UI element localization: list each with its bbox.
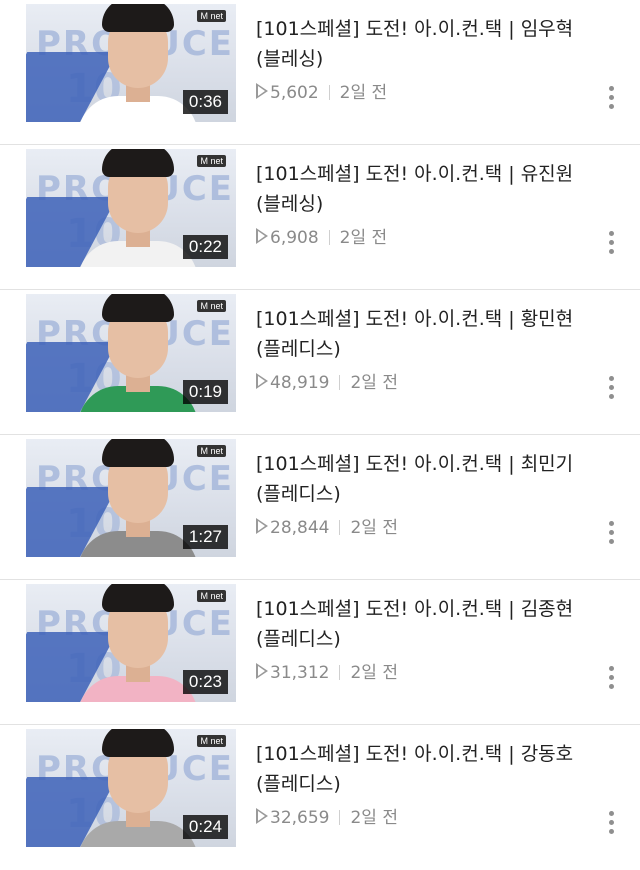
play-icon — [256, 663, 268, 679]
person-image — [78, 584, 198, 702]
view-count: 5,602 — [270, 83, 319, 103]
channel-logo: M net — [197, 590, 226, 602]
view-count: 31,312 — [270, 663, 330, 683]
video-item[interactable]: PRODUCE 101 M net 0:24 [101스페셜] 도전! 아.이.… — [0, 725, 640, 870]
more-vert-icon[interactable] — [606, 666, 616, 696]
video-thumbnail[interactable]: PRODUCE 101 M net 0:36 — [26, 4, 236, 122]
play-icon — [256, 518, 268, 534]
video-title[interactable]: [101스페셜] 도전! 아.이.컨.택 | 최민기 (플레디스) — [256, 449, 596, 509]
upload-age: 2일 전 — [350, 518, 398, 538]
video-meta: 48,919 2일 전 — [256, 368, 398, 393]
video-meta: 28,844 2일 전 — [256, 513, 398, 538]
video-thumbnail[interactable]: PRODUCE 101 M net 0:23 — [26, 584, 236, 702]
channel-logo: M net — [197, 10, 226, 22]
video-item[interactable]: PRODUCE 101 M net 0:36 [101스페셜] 도전! 아.이.… — [0, 0, 640, 145]
upload-age: 2일 전 — [339, 228, 388, 248]
upload-age: 2일 전 — [350, 808, 398, 828]
more-vert-icon[interactable] — [606, 231, 616, 261]
video-item[interactable]: PRODUCE 101 M net 0:23 [101스페셜] 도전! 아.이.… — [0, 580, 640, 725]
duration-badge: 0:22 — [182, 235, 228, 259]
person-image — [78, 149, 198, 267]
video-item[interactable]: PRODUCE 101 M net 0:19 [101스페셜] 도전! 아.이.… — [0, 290, 640, 435]
duration-badge: 0:23 — [182, 670, 228, 694]
channel-logo: M net — [197, 735, 226, 747]
video-thumbnail[interactable]: PRODUCE 101 M net 0:22 — [26, 149, 236, 267]
view-count: 6,908 — [270, 228, 319, 248]
more-vert-icon[interactable] — [606, 376, 616, 406]
divider — [328, 85, 330, 100]
duration-badge: 0:19 — [182, 380, 228, 404]
upload-age: 2일 전 — [350, 663, 398, 683]
duration-badge: 0:24 — [182, 815, 228, 839]
video-meta: 32,659 2일 전 — [256, 803, 398, 828]
view-count: 28,844 — [270, 518, 330, 538]
view-count: 48,919 — [270, 373, 330, 393]
person-image — [78, 439, 198, 557]
channel-logo: M net — [197, 300, 226, 312]
play-icon — [256, 373, 268, 389]
upload-age: 2일 전 — [339, 83, 388, 103]
person-image — [78, 4, 198, 122]
video-meta: 6,908 2일 전 — [256, 223, 387, 248]
person-image — [78, 294, 198, 412]
video-list: PRODUCE 101 M net 0:36 [101스페셜] 도전! 아.이.… — [0, 0, 640, 854]
duration-badge: 1:27 — [182, 525, 228, 549]
play-icon — [256, 83, 268, 99]
video-thumbnail[interactable]: PRODUCE 101 M net 0:19 — [26, 294, 236, 412]
video-item[interactable]: PRODUCE 101 M net 1:27 [101스페셜] 도전! 아.이.… — [0, 435, 640, 580]
video-title[interactable]: [101스페셜] 도전! 아.이.컨.택 | 황민현 (플레디스) — [256, 304, 596, 364]
duration-badge: 0:36 — [182, 90, 228, 114]
divider — [339, 375, 341, 390]
divider — [339, 810, 341, 825]
video-meta: 5,602 2일 전 — [256, 78, 387, 103]
video-title[interactable]: [101스페셜] 도전! 아.이.컨.택 | 강동호 (플레디스) — [256, 739, 596, 799]
video-title[interactable]: [101스페셜] 도전! 아.이.컨.택 | 김종현 (플레디스) — [256, 594, 596, 654]
video-meta: 31,312 2일 전 — [256, 658, 398, 683]
video-thumbnail[interactable]: PRODUCE 101 M net 1:27 — [26, 439, 236, 557]
more-vert-icon[interactable] — [606, 811, 616, 841]
video-thumbnail[interactable]: PRODUCE 101 M net 0:24 — [26, 729, 236, 847]
more-vert-icon[interactable] — [606, 521, 616, 551]
play-icon — [256, 228, 268, 244]
channel-logo: M net — [197, 155, 226, 167]
view-count: 32,659 — [270, 808, 330, 828]
video-title[interactable]: [101스페셜] 도전! 아.이.컨.택 | 유진원 (블레싱) — [256, 159, 596, 219]
video-title[interactable]: [101스페셜] 도전! 아.이.컨.택 | 임우혁 (블레싱) — [256, 14, 596, 74]
divider — [339, 520, 341, 535]
channel-logo: M net — [197, 445, 226, 457]
divider — [339, 665, 341, 680]
divider — [328, 230, 330, 245]
video-item[interactable]: PRODUCE 101 M net 0:22 [101스페셜] 도전! 아.이.… — [0, 145, 640, 290]
upload-age: 2일 전 — [350, 373, 398, 393]
person-image — [78, 729, 198, 847]
more-vert-icon[interactable] — [606, 86, 616, 116]
play-icon — [256, 808, 268, 824]
